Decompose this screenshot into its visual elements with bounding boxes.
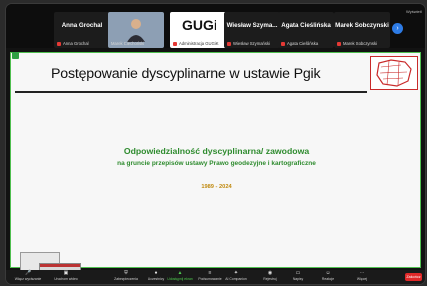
shield-icon: ⛨ [124,270,128,276]
muted-mic-icon [173,41,177,46]
captions-icon: ▭ [295,270,301,276]
gugik-logo: GUGiK [180,14,216,34]
slide-title: Postępowanie dyscyplinarne w ustawie Pgi… [51,66,321,82]
muted-mic-icon [281,41,285,46]
participant-strip: Anna Grochal Anna Grochal Marek Ciechońs… [6,4,425,48]
captions-button[interactable]: ▭ Napisy [282,270,314,282]
ai-icon: ✦ [233,270,239,276]
sharing-indicator-icon [12,52,19,59]
participant-tile-gugik[interactable]: GUGiK Administracja GUGiK [170,12,226,48]
participant-label: Marek Ciechoński [111,41,145,46]
slide-years: 1989 - 2024 [201,184,232,190]
poland-map-logo [370,56,418,90]
reactions-button[interactable]: ☺ Reakcje [312,270,344,282]
slide-title-divider [15,91,367,93]
meeting-toolbar: 🎤 Włącz wyciszanie ▣ Uruchom wideo ⛨ Zab… [6,270,425,284]
security-button[interactable]: ⛨ Zabezpieczenia [110,270,142,282]
summary-icon: ≡ [208,270,212,276]
share-screen-button[interactable]: ▲ Udostępnij ekran [164,270,196,282]
svg-text:GUGiK: GUGiK [182,17,216,33]
participant-tile-anna-grochal[interactable]: Anna Grochal Anna Grochal [54,12,110,48]
ai-companion-button[interactable]: ✦ AI Companion [220,270,252,282]
slide-heading: Odpowiedzialność dyscyplinarna/ zawodowa [123,146,310,156]
participant-label: Wiesław Szymański [227,41,270,46]
slide-subheading: na gruncie przepisów ustawy Prawo geodez… [117,160,316,167]
end-meeting-button[interactable]: Zakończ [405,273,422,281]
more-icon: ⋯ [359,270,365,276]
video-icon: ▣ [63,270,69,276]
mute-button[interactable]: 🎤 Włącz wyciszanie [12,270,44,282]
muted-mic-icon [227,41,231,46]
shared-screen: Postępowanie dyscyplinarne w ustawie Pgi… [10,52,421,277]
participant-tile-marek[interactable]: Marek Sobczynski Marek Sobczynski [334,12,390,48]
more-button[interactable]: ⋯ Więcej [346,270,378,282]
participant-label: Marek Sobczynski [337,41,377,46]
muted-mic-icon [57,41,61,46]
share-icon: ▲ [177,270,183,276]
video-button[interactable]: ▣ Uruchom wideo [50,270,82,282]
participants-icon: ● [154,270,158,276]
participant-tile-agata[interactable]: Agata Cieślińska Agata Cieślińska [278,12,334,48]
participant-tile-wieslaw[interactable]: Wiesław Szyma... Wiesław Szymański [224,12,280,48]
next-participants-button[interactable]: › [392,23,403,34]
reactions-icon: ☺ [325,270,331,276]
participant-name: Marek Sobczynski [335,22,389,29]
meeting-window: Anna Grochal Anna Grochal Marek Ciechońs… [6,4,425,284]
participant-video-person [127,19,145,42]
poland-map-icon [376,59,412,87]
record-icon: ◉ [267,270,273,276]
participant-tile-video[interactable]: Marek Ciechoński [108,12,164,48]
participant-label: Administracja GUGiK [173,41,219,46]
view-label[interactable]: Wyświetl [406,9,422,14]
participant-name: Anna Grochal [61,22,103,29]
thumbnail-stripe [40,264,80,267]
microphone-icon: 🎤 [25,270,32,276]
muted-mic-icon [337,41,341,46]
participant-label: Agata Cieślińska [281,41,318,46]
participant-label: Anna Grochal [57,41,89,46]
participant-name: Wiesław Szyma... [226,22,278,29]
participant-name: Agata Cieślińska [281,22,331,29]
